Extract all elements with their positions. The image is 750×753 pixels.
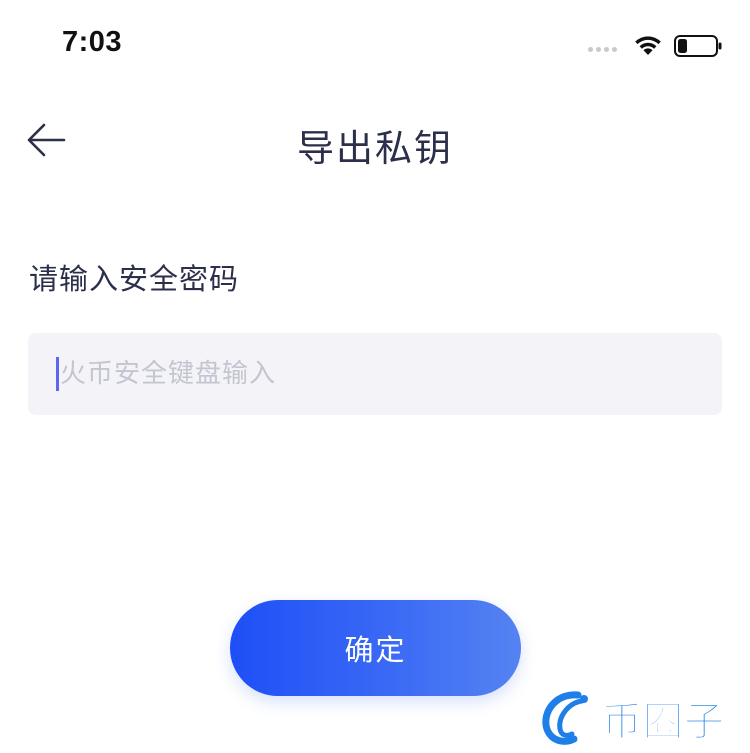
watermark-logo-icon [542,691,588,745]
status-time: 7:03 [62,26,123,58]
nav-bar: 导出私钥 [0,100,750,182]
page-title: 导出私钥 [297,127,453,170]
security-password-input[interactable] [54,333,694,415]
status-bar: 7:03 [0,0,750,90]
password-label: 请输入安全密码 [29,262,240,296]
watermark: 币圈子 [538,688,725,748]
wifi-icon [635,36,661,55]
cellular-signal-icon [588,47,617,52]
confirm-button[interactable]: 确定 [230,600,521,696]
password-field-container[interactable] [28,333,722,415]
battery-low-icon [674,35,722,57]
watermark-text: 币圈子 [602,699,725,746]
